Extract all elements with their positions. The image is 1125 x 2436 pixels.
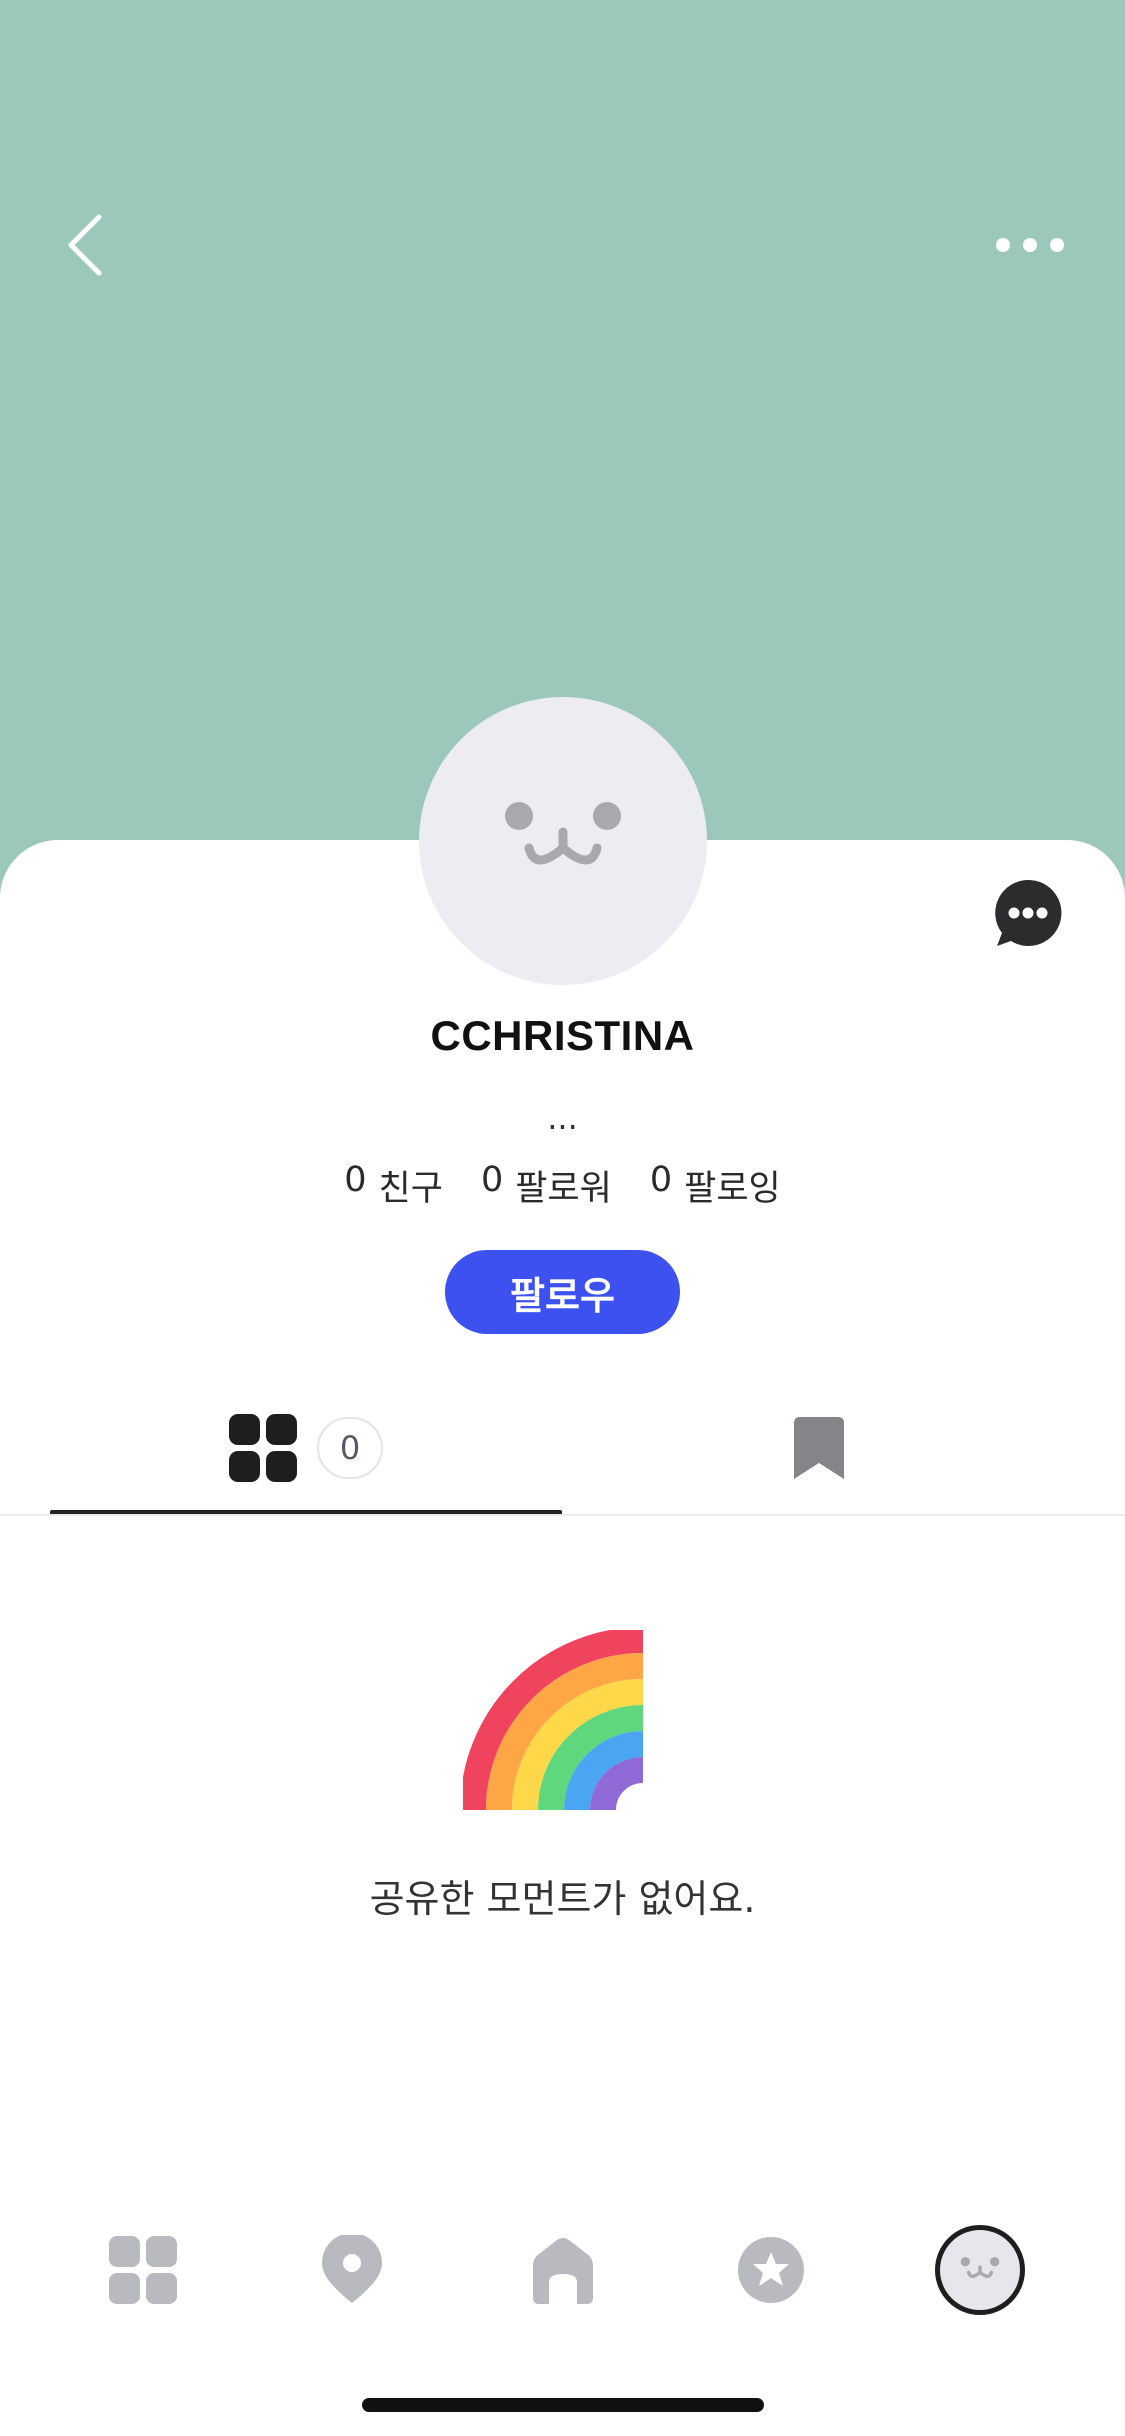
grid-icon <box>109 2236 177 2304</box>
stat-following[interactable]: 0 팔로잉 <box>650 1160 781 1211</box>
stat-friends[interactable]: 0 친구 <box>344 1160 443 1211</box>
nav-item-map[interactable] <box>297 2215 407 2325</box>
stat-label: 팔로잉 <box>684 1169 781 1209</box>
empty-state-message: 공유한 모먼트가 없어요. <box>369 1877 756 1921</box>
bottom-navigation <box>0 2215 1125 2325</box>
rainbow-icon <box>463 1630 657 1811</box>
grid-icon <box>229 1413 297 1482</box>
profile-stats: 0 친구 0 팔로워 0 팔로잉 <box>0 1160 1125 1211</box>
profile-tabs: 0 <box>0 1380 1125 1515</box>
tab-moments[interactable]: 0 <box>50 1380 562 1515</box>
back-button[interactable] <box>55 205 115 285</box>
map-pin-icon <box>322 2235 382 2303</box>
profile-avatar-icon <box>935 2225 1025 2315</box>
tab-divider <box>0 1514 1125 1516</box>
avatar[interactable] <box>419 697 707 985</box>
nav-item-favorites[interactable] <box>716 2215 826 2325</box>
stat-followers[interactable]: 0 팔로워 <box>481 1160 612 1211</box>
follow-button[interactable]: 팔로우 <box>445 1250 680 1334</box>
chevron-left-icon <box>68 214 102 276</box>
home-indicator[interactable] <box>362 2398 764 2412</box>
stat-label: 팔로워 <box>515 1169 612 1209</box>
bear-face-icon <box>960 2257 1000 2278</box>
moments-count-badge: 0 <box>317 1416 383 1479</box>
stat-count: 0 <box>344 1160 367 1200</box>
chat-button[interactable] <box>993 878 1063 948</box>
bear-face-icon <box>505 802 621 865</box>
nav-item-feed[interactable] <box>88 2215 198 2325</box>
stat-count: 0 <box>649 1160 673 1200</box>
star-badge-icon <box>738 2237 804 2303</box>
more-horizontal-icon <box>996 238 1064 252</box>
more-options-button[interactable] <box>990 225 1070 265</box>
profile-screen: CCHRISTINA ... 0 친구 0 팔로워 0 팔로잉 팔로우 0 공유… <box>0 0 1125 2436</box>
home-icon <box>533 2238 593 2304</box>
stat-label: 친구 <box>378 1169 443 1209</box>
bookmark-icon <box>793 1416 844 1479</box>
chat-bubble-icon <box>995 879 1062 946</box>
tab-saved[interactable] <box>562 1380 1075 1515</box>
username: CCHRISTINA <box>430 1012 695 1059</box>
nav-item-home[interactable] <box>508 2215 618 2325</box>
nav-item-profile[interactable] <box>925 2215 1035 2325</box>
stat-count: 0 <box>480 1160 504 1200</box>
bio-text: ... <box>547 1099 578 1137</box>
